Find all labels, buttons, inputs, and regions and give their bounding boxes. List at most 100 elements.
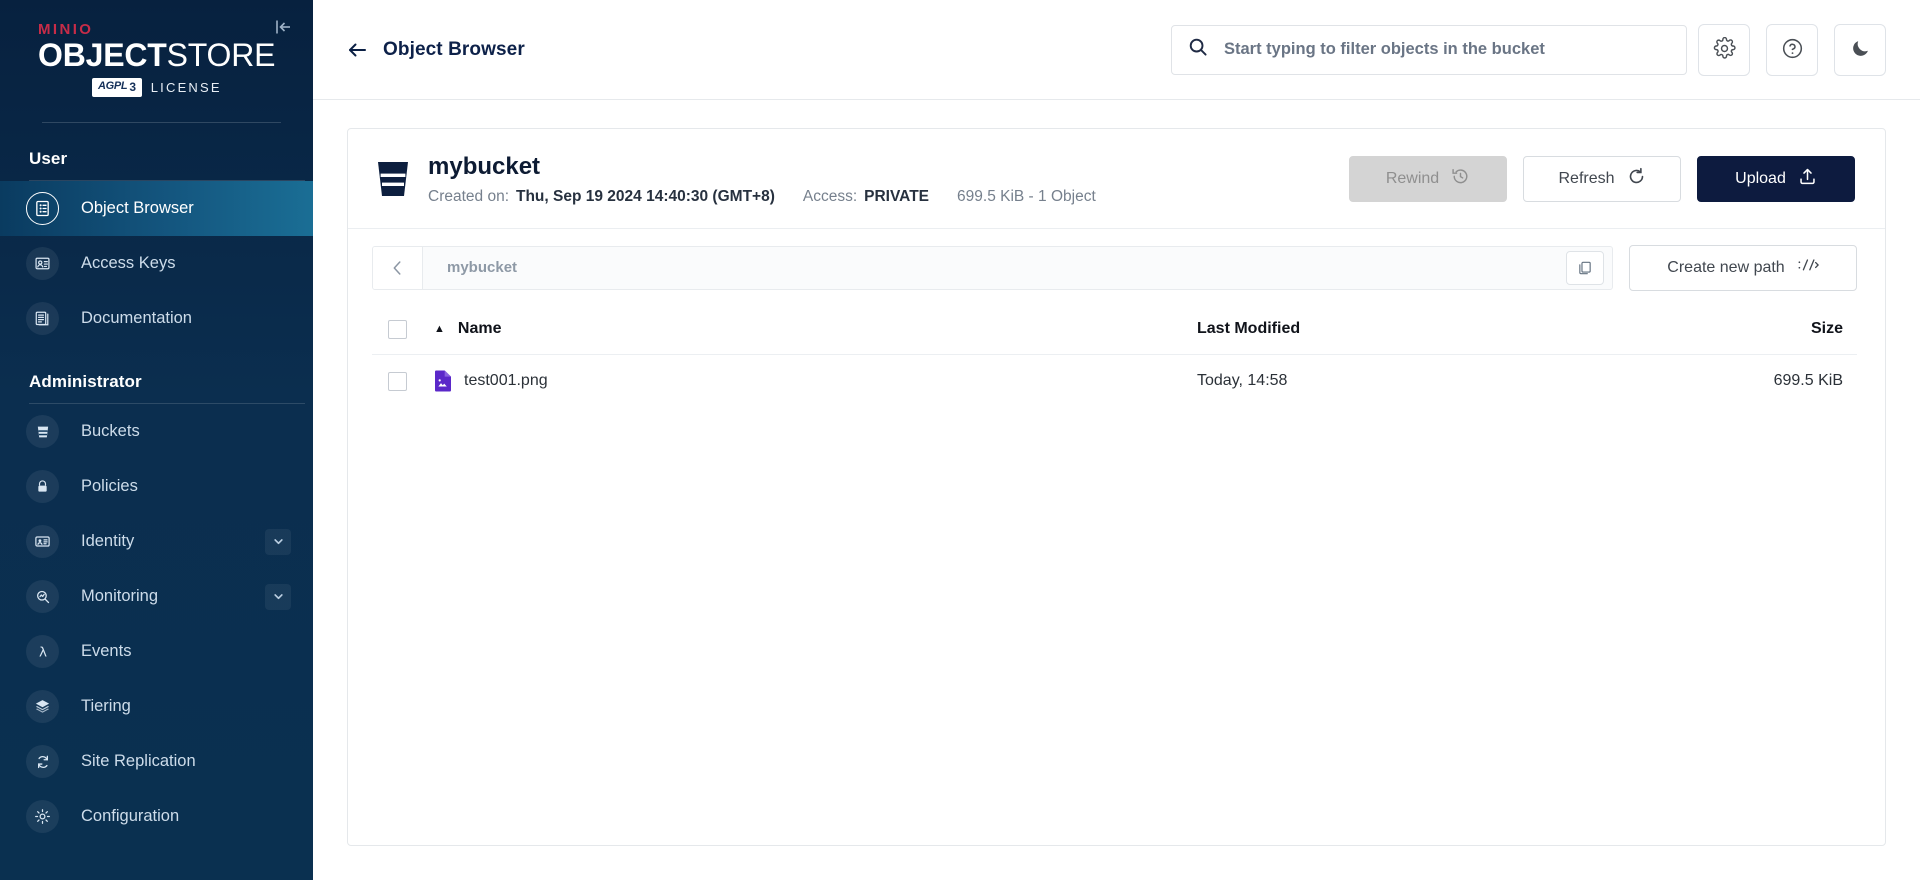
sidebar-item-label: Site Replication (81, 752, 196, 770)
create-new-path-button[interactable]: Create new path (1629, 244, 1857, 291)
sidebar-item-label: Documentation (81, 309, 192, 327)
rewind-button-label: Rewind (1385, 170, 1440, 188)
select-all-checkbox[interactable] (388, 319, 407, 339)
gear-icon (26, 800, 59, 833)
monitoring-icon (26, 580, 59, 613)
refresh-button-label: Refresh (1558, 170, 1615, 188)
upload-button[interactable]: Upload (1697, 156, 1855, 203)
wordmark-store: STORE (166, 37, 276, 73)
sidebar-item-policies[interactable]: Policies (0, 459, 313, 514)
sidebar-item-buckets[interactable]: Buckets (0, 404, 313, 459)
copy-icon[interactable] (1566, 250, 1604, 285)
rewind-button[interactable]: Rewind (1349, 156, 1507, 203)
help-button[interactable] (1766, 23, 1818, 76)
bucket-header: mybucket Created on: Thu, Sep 19 2024 14… (348, 129, 1885, 229)
sidebar-item-label: Tiering (81, 697, 131, 715)
sidebar-item-label: Buckets (81, 422, 140, 440)
create-new-path-label: Create new path (1667, 258, 1785, 276)
lock-icon (26, 470, 59, 503)
svg-text:λ: λ (39, 644, 47, 660)
license-line: AGPL 3 LICENSE (38, 77, 313, 97)
image-file-icon (434, 370, 452, 392)
sidebar-item-object-browser[interactable]: Object Browser (0, 181, 313, 236)
theme-button[interactable] (1834, 23, 1886, 76)
app-root: MINIO OBJECTSTORE AGPL 3 LICENSE User Ob… (0, 0, 1920, 880)
column-header-last-modified[interactable]: Last Modified (1197, 320, 1597, 338)
column-header-name[interactable]: ▲ Name (434, 320, 1197, 338)
column-header-last-modified-label: Last Modified (1197, 320, 1301, 338)
bucket-icon (26, 415, 59, 448)
sidebar-item-site-replication[interactable]: Site Replication (0, 734, 313, 789)
settings-button[interactable] (1698, 23, 1750, 76)
new-path-icon (1797, 257, 1819, 278)
access-value: PRIVATE (864, 187, 930, 205)
brand-logo: MINIO OBJECTSTORE AGPL 3 LICENSE (0, 0, 313, 112)
bucket-subinfo: Created on: Thu, Sep 19 2024 14:40:30 (G… (428, 188, 1331, 206)
license-label: LICENSE (150, 79, 222, 95)
column-header-name-label: Name (457, 320, 502, 338)
object-browser-panel: mybucket Created on: Thu, Sep 19 2024 14… (347, 128, 1886, 846)
chevron-left-icon[interactable] (373, 246, 423, 289)
breadcrumb: mybucket (372, 245, 1613, 290)
column-header-size[interactable]: Size (1597, 320, 1857, 338)
breadcrumb-path[interactable]: mybucket (423, 259, 1566, 276)
sidebar-item-label: Object Browser (81, 199, 194, 217)
sidebar-item-identity[interactable]: Identity (0, 514, 313, 569)
wordmark-object: OBJECT (38, 37, 167, 73)
agpl-version: 3 (129, 79, 136, 94)
cell-size: 699.5 KiB (1773, 372, 1843, 390)
sidebar-item-label: Identity (81, 532, 135, 550)
bucket-name: mybucket (428, 153, 541, 180)
row-select-cell (372, 371, 434, 391)
agpl-badge: AGPL 3 (92, 77, 142, 97)
upload-icon (1798, 167, 1817, 191)
agpl-text: AGPL (98, 80, 128, 93)
identity-card-icon (26, 525, 59, 558)
select-all-cell (372, 319, 434, 339)
nav-section-title-administrator: Administrator (29, 372, 142, 391)
table-header-row: ▲ Name Last Modified Size (372, 305, 1857, 355)
gear-icon (1713, 36, 1736, 63)
main-area: Object Browser Start typing to filter ob… (313, 0, 1920, 880)
page-title: Object Browser (383, 38, 525, 60)
search-box[interactable] (1171, 24, 1687, 75)
documentation-icon (26, 302, 59, 335)
sidebar-item-monitoring[interactable]: Monitoring (0, 569, 313, 624)
sidebar-item-documentation[interactable]: Documentation (0, 291, 313, 346)
row-checkbox[interactable] (388, 371, 407, 391)
chevron-down-icon[interactable] (265, 583, 291, 610)
file-name: test001.png (464, 372, 548, 390)
object-browser-icon (26, 192, 59, 225)
bucket-meta: mybucket Created on: Thu, Sep 19 2024 14… (428, 153, 1331, 206)
access-label: Access: (802, 187, 858, 205)
sidebar: MINIO OBJECTSTORE AGPL 3 LICENSE User Ob… (0, 0, 313, 880)
topbar: Object Browser (313, 0, 1920, 100)
cell-last-modified: Today, 14:58 (1197, 372, 1288, 390)
arrow-left-icon[interactable] (347, 41, 367, 59)
refresh-button[interactable]: Refresh (1523, 156, 1681, 203)
sidebar-item-label: Monitoring (81, 587, 159, 605)
collapse-left-icon[interactable] (272, 16, 294, 38)
path-bar: mybucket Create new path (348, 229, 1885, 305)
lambda-icon: λ (26, 635, 59, 668)
sort-asc-icon: ▲ (434, 322, 445, 335)
sidebar-item-label: Policies (81, 477, 138, 495)
sidebar-item-access-keys[interactable]: Access Keys (0, 236, 313, 291)
help-circle-icon (1781, 37, 1804, 63)
search-icon (1188, 37, 1208, 62)
chevron-down-icon[interactable] (265, 528, 291, 555)
replication-icon (26, 745, 59, 778)
object-store-wordmark: OBJECTSTORE (38, 37, 313, 73)
sidebar-item-label: Events (81, 642, 132, 660)
bucket-actions: Rewind Refresh Upload (1349, 156, 1855, 203)
layers-icon (26, 690, 59, 723)
search-input[interactable] (1224, 25, 1670, 74)
upload-button-label: Upload (1735, 170, 1786, 188)
sidebar-item-tiering[interactable]: Tiering (0, 679, 313, 734)
page-title-group: Object Browser (347, 39, 525, 61)
rewind-clock-icon (1451, 167, 1470, 191)
table-row[interactable]: test001.png Today, 14:58 699.5 KiB (372, 355, 1857, 408)
sidebar-item-events[interactable]: λ Events (0, 624, 313, 679)
sidebar-item-configuration[interactable]: Configuration (0, 789, 313, 844)
bucket-icon (376, 160, 410, 198)
